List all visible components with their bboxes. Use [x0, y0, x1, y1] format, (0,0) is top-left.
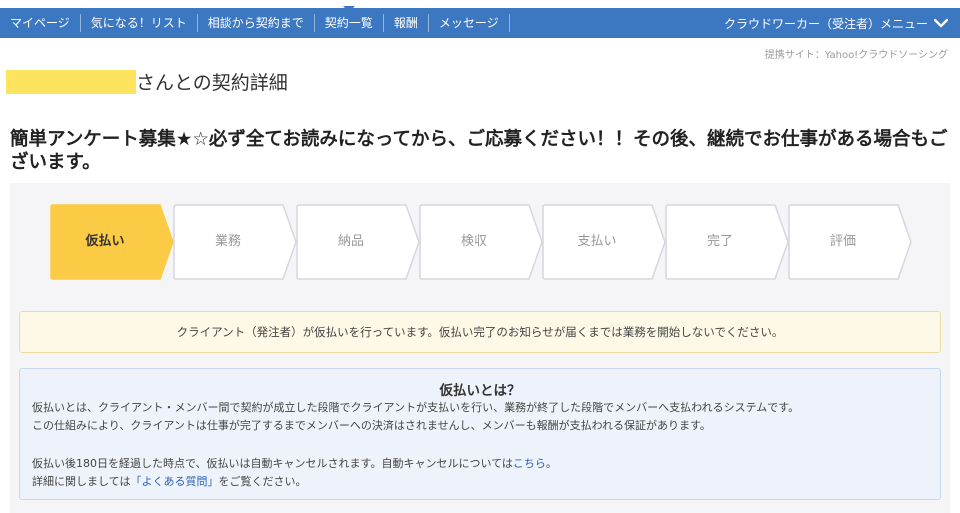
provisional-payment-notice: クライアント（発注者）が仮払いを行っています。仮払い完了のお知らせが届くまでは業… [19, 311, 941, 353]
info-line-3-suffix: 。 [545, 457, 557, 470]
info-line-4: 詳細に関しましては「よくある質問」をご覧ください。 [32, 473, 306, 489]
step-label: 納品 [337, 234, 364, 249]
provisional-payment-info-box: 仮払いとは？ 仮払いとは、クライアント・メンバー間で契約が成立した段階でクライア… [19, 368, 941, 500]
step-complete: 完了 [665, 204, 789, 280]
chevron-down-icon [934, 18, 948, 28]
step-label: 業務 [214, 234, 241, 249]
step-work: 業務 [173, 204, 297, 280]
active-nav-caret [342, 6, 355, 12]
nav-item-reward[interactable]: 報酬 [384, 14, 429, 32]
step-delivery: 納品 [296, 204, 420, 280]
progress-steps: 仮払い 業務 納品 検収 支払い 完了 評価 [50, 204, 920, 280]
nav-item-contract-list[interactable]: 契約一覧 [315, 6, 384, 32]
nav-item-favorites[interactable]: 気になる！リスト [81, 14, 198, 32]
step-label: 完了 [706, 234, 733, 249]
step-inspection: 検収 [419, 204, 543, 280]
info-line-4-text: 詳細に関しましては [32, 475, 131, 488]
nav-item-contract-list-label: 契約一覧 [324, 16, 373, 30]
page-title: さんとの契約詳細 [136, 72, 288, 94]
info-line-3: 仮払い後180日を経過した時点で、仮払いは自動キャンセルされます。自動キャンセル… [32, 455, 557, 471]
nav-item-mypage[interactable]: マイページ [0, 14, 81, 32]
step-label: 支払い [577, 234, 617, 249]
account-menu-label: クラウドワーカー（受注者）メニュー [723, 16, 928, 31]
redacted-client-name [6, 70, 136, 94]
step-label: 評価 [829, 234, 856, 249]
step-payment: 支払い [542, 204, 666, 280]
top-nav: マイページ 気になる！リスト 相談から契約まで 契約一覧 報酬 メッセージ クラ… [0, 6, 960, 38]
job-title: 簡単アンケート募集★☆必ず全てお読みになってから、ご応募ください！！その後、継続… [10, 129, 948, 173]
info-line-1: 仮払いとは、クライアント・メンバー間で契約が成立した段階でクライアントが支払いを… [32, 401, 800, 414]
step-provisional-payment: 仮払い [50, 204, 174, 280]
nav-item-consult-to-contract[interactable]: 相談から契約まで [198, 14, 315, 32]
provider-site-note: 提携サイト：Yahoo!クラウドソーシング [764, 50, 948, 61]
nav-item-messages[interactable]: メッセージ [429, 14, 510, 32]
step-label: 仮払い [85, 234, 125, 249]
step-label: 検収 [460, 234, 487, 249]
info-line-4-suffix: をご覧ください。 [218, 475, 307, 488]
info-line-2: この仕組みにより、クライアントは仕事が完了するまでメンバーへの決済はされませんし… [32, 419, 711, 432]
info-title: 仮払いとは？ [439, 383, 521, 399]
info-line-3-text: 仮払い後180日を経過した時点で、仮払いは自動キャンセルされます。自動キャンセル… [32, 457, 513, 470]
step-review: 評価 [788, 204, 912, 280]
account-menu-button[interactable]: クラウドワーカー（受注者）メニュー [724, 15, 960, 32]
auto-cancel-link[interactable]: こちら [513, 457, 546, 470]
faq-link[interactable]: 「よくある質問」 [130, 475, 218, 488]
